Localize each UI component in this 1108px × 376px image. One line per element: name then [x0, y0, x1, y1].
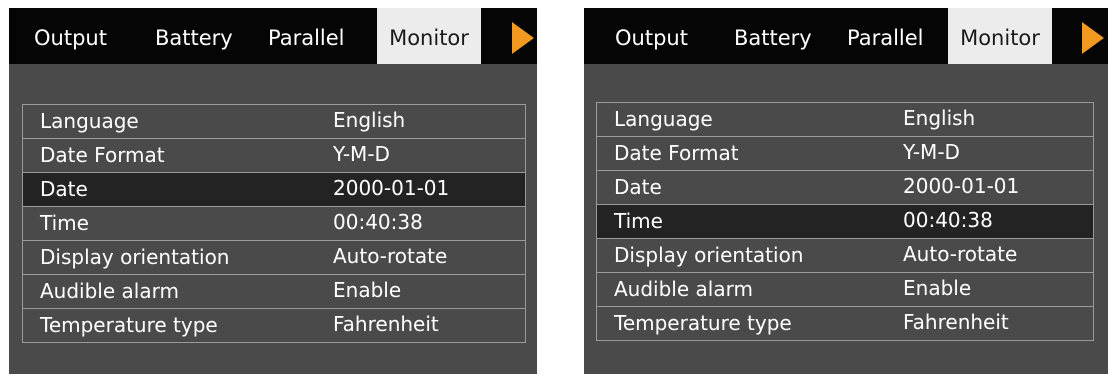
setting-value: Y-M-D: [903, 140, 960, 164]
setting-value: English: [903, 106, 976, 130]
setting-value: 2000-01-01: [333, 176, 450, 200]
setting-row-date-format[interactable]: Date Format Y-M-D: [23, 139, 525, 173]
setting-label: Date: [614, 175, 662, 199]
setting-row-audible-alarm[interactable]: Audible alarm Enable: [23, 275, 525, 309]
setting-row-display-orientation[interactable]: Display orientation Auto-rotate: [23, 241, 525, 275]
next-tab-arrow-icon[interactable]: [512, 22, 534, 54]
setting-row-temperature-type[interactable]: Temperature type Fahrenheit: [597, 307, 1093, 341]
setting-value: 2000-01-01: [903, 174, 1020, 198]
setting-row-temperature-type[interactable]: Temperature type Fahrenheit: [23, 309, 525, 343]
setting-value: English: [333, 108, 406, 132]
setting-label: Date: [40, 177, 88, 201]
setting-value: Auto-rotate: [333, 244, 448, 268]
setting-label: Display orientation: [614, 243, 804, 267]
tab-output[interactable]: Output: [34, 8, 107, 64]
setting-row-audible-alarm[interactable]: Audible alarm Enable: [597, 273, 1093, 307]
setting-label: Audible alarm: [614, 277, 753, 301]
tab-monitor[interactable]: Monitor: [948, 8, 1052, 64]
tab-output[interactable]: Output: [615, 8, 688, 64]
setting-row-date[interactable]: Date 2000-01-01: [23, 173, 525, 207]
setting-label: Temperature type: [614, 311, 792, 335]
tab-battery[interactable]: Battery: [155, 8, 233, 64]
tab-bar: Output Battery Parallel Monitor: [9, 8, 537, 64]
next-tab-arrow-icon[interactable]: [1082, 22, 1104, 54]
setting-label: Audible alarm: [40, 279, 179, 303]
settings-list: Language English Date Format Y-M-D Date …: [596, 102, 1094, 341]
setting-value: Auto-rotate: [903, 242, 1018, 266]
setting-label: Display orientation: [40, 245, 230, 269]
setting-value: 00:40:38: [333, 210, 423, 234]
setting-label: Date Format: [40, 143, 165, 167]
setting-row-date-format[interactable]: Date Format Y-M-D: [597, 137, 1093, 171]
setting-value: Fahrenheit: [333, 312, 439, 336]
settings-screen-right: Output Battery Parallel Monitor Language…: [584, 8, 1108, 374]
setting-row-display-orientation[interactable]: Display orientation Auto-rotate: [597, 239, 1093, 273]
setting-value: Fahrenheit: [903, 310, 1009, 334]
tab-battery[interactable]: Battery: [734, 8, 812, 64]
setting-row-date[interactable]: Date 2000-01-01: [597, 171, 1093, 205]
setting-label: Time: [614, 209, 663, 233]
setting-label: Date Format: [614, 141, 739, 165]
setting-label: Time: [40, 211, 89, 235]
setting-label: Temperature type: [40, 313, 218, 337]
tab-monitor[interactable]: Monitor: [377, 8, 481, 64]
tab-parallel[interactable]: Parallel: [268, 8, 345, 64]
settings-list: Language English Date Format Y-M-D Date …: [22, 104, 526, 343]
settings-screen-left: Output Battery Parallel Monitor Language…: [9, 8, 537, 374]
setting-value: 00:40:38: [903, 208, 993, 232]
setting-row-time[interactable]: Time 00:40:38: [597, 205, 1093, 239]
tab-parallel[interactable]: Parallel: [847, 8, 924, 64]
setting-label: Language: [614, 107, 713, 131]
setting-value: Enable: [333, 278, 402, 302]
setting-row-language[interactable]: Language English: [597, 103, 1093, 137]
tab-bar: Output Battery Parallel Monitor: [584, 8, 1108, 64]
setting-row-language[interactable]: Language English: [23, 105, 525, 139]
setting-value: Enable: [903, 276, 972, 300]
setting-value: Y-M-D: [333, 142, 390, 166]
setting-row-time[interactable]: Time 00:40:38: [23, 207, 525, 241]
setting-label: Language: [40, 109, 139, 133]
